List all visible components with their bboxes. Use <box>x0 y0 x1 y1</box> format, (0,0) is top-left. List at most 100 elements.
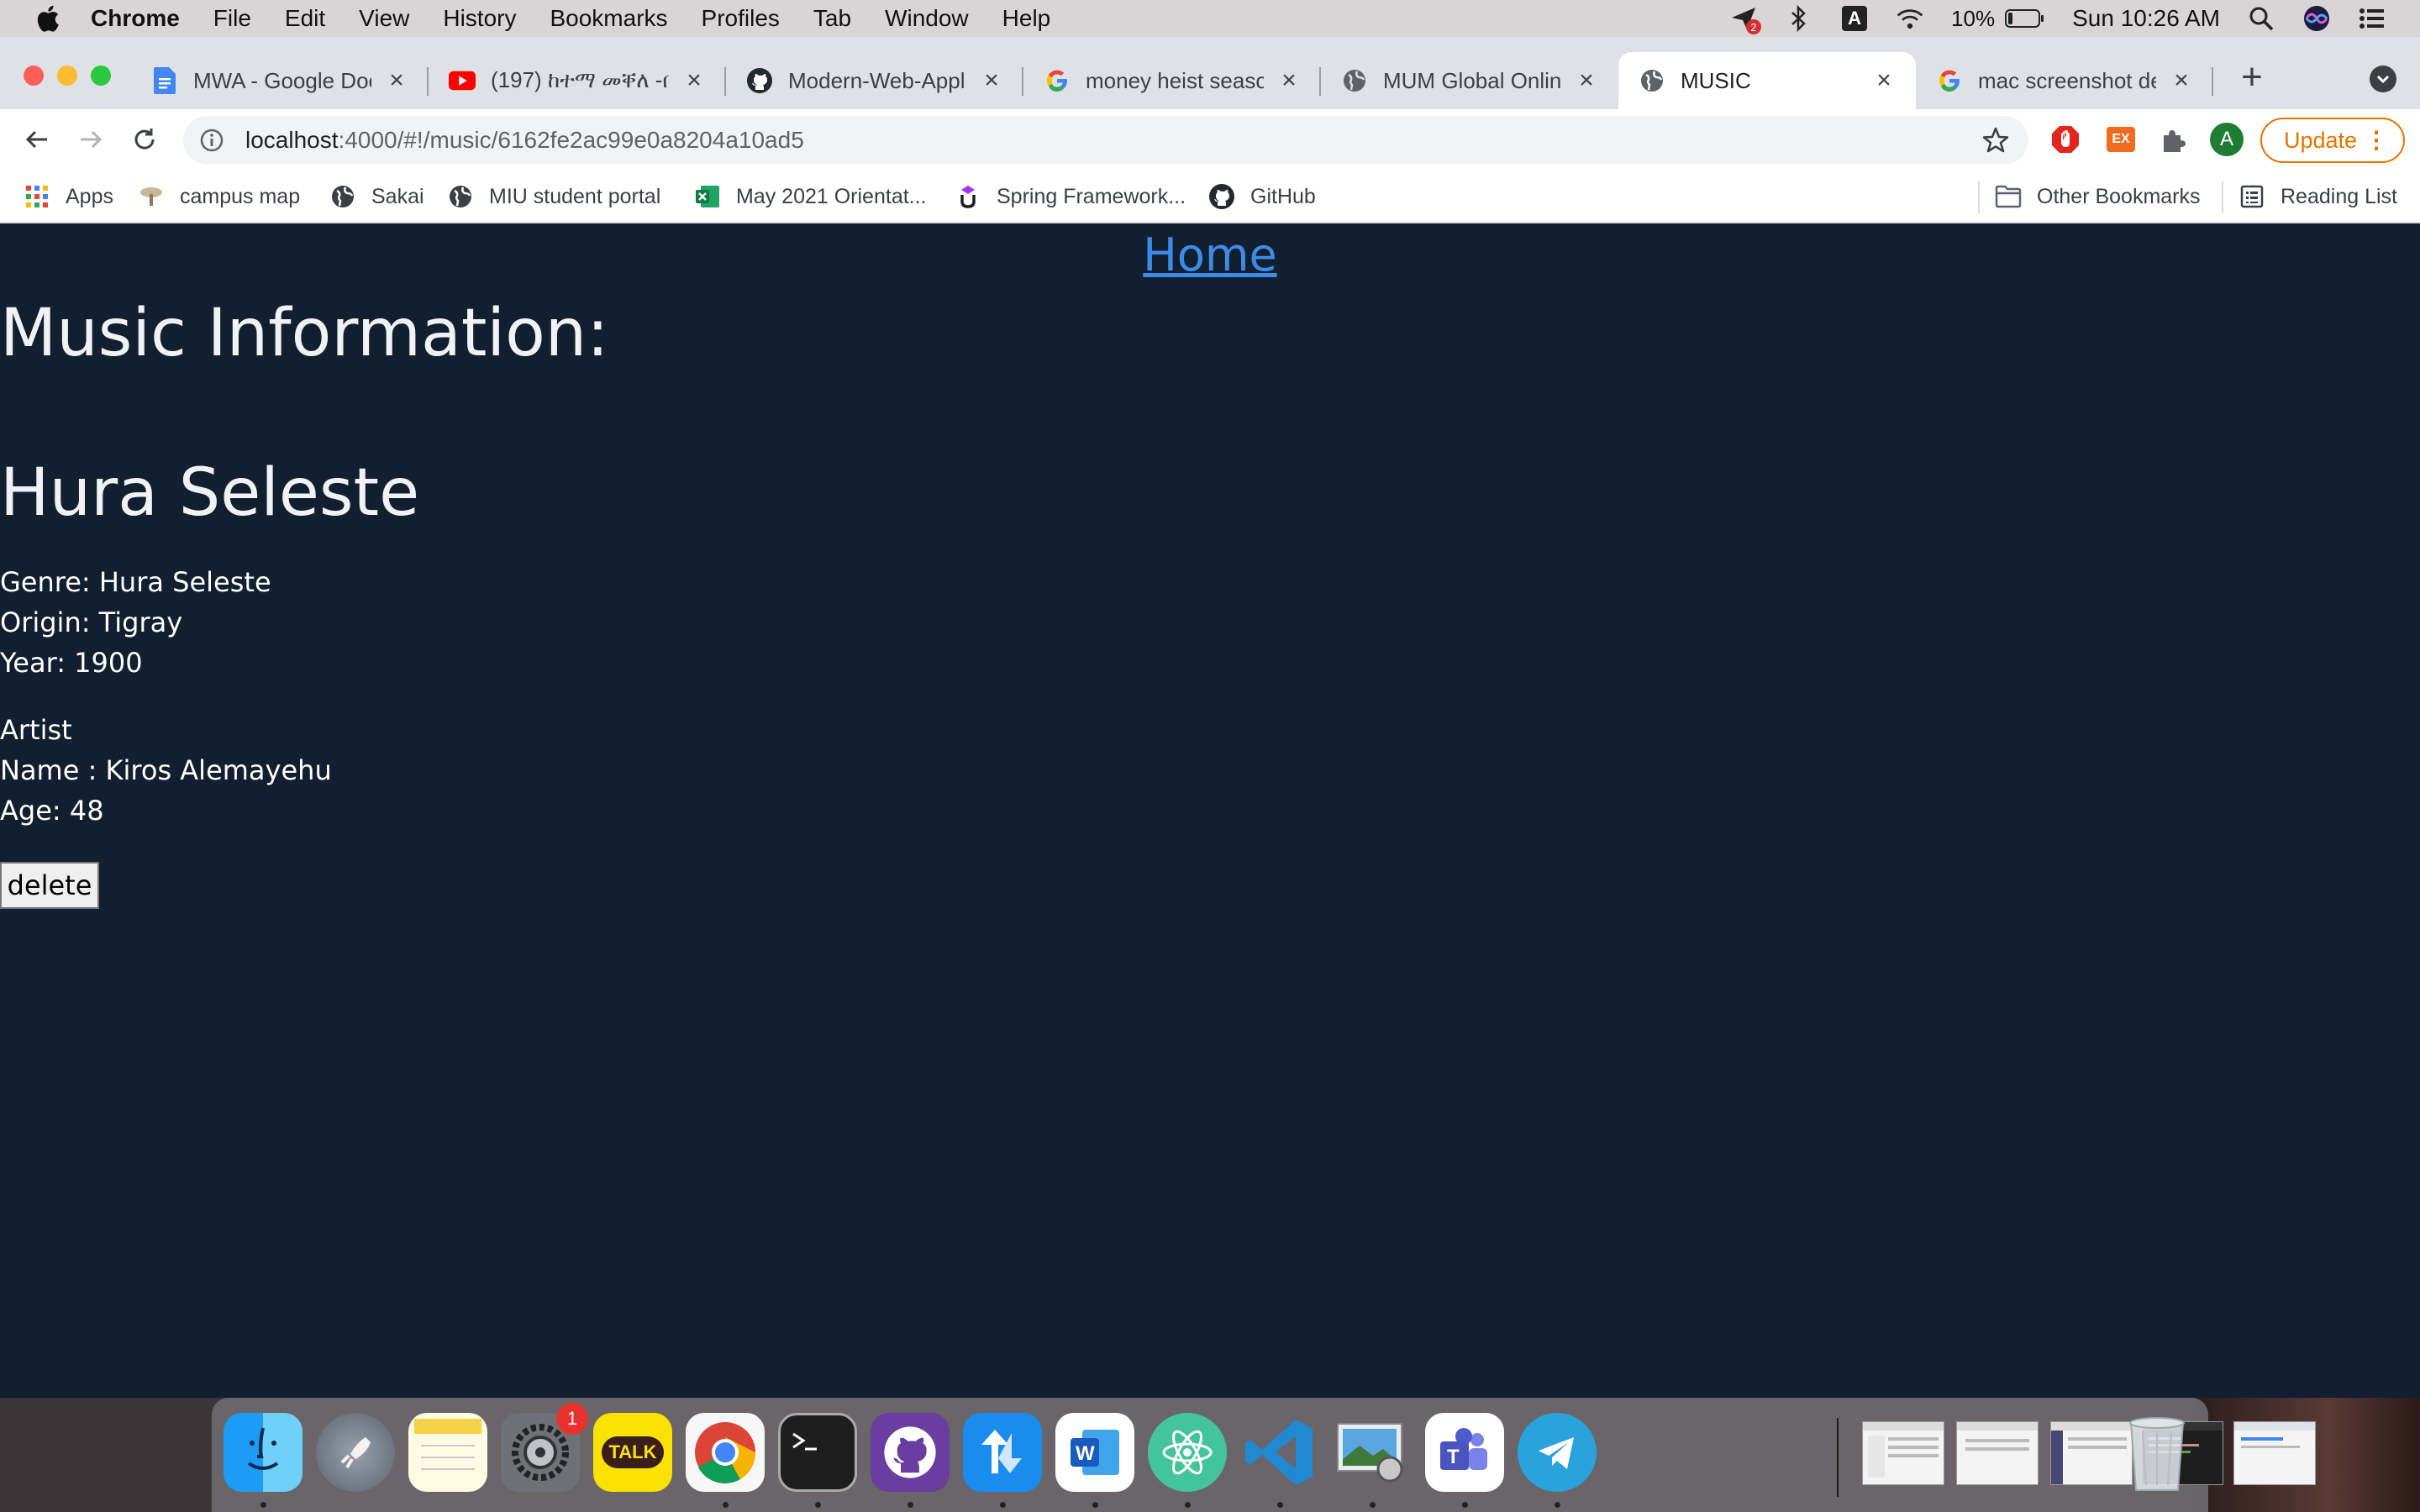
bookmark-github[interactable]: GitHub <box>1208 180 1316 213</box>
menu-bookmarks[interactable]: Bookmarks <box>550 5 667 32</box>
minimized-window-chrome[interactable] <box>2233 1421 2316 1485</box>
more-menu-icon[interactable]: ⋮ <box>2365 128 2388 153</box>
menu-help[interactable]: Help <box>1002 5 1051 32</box>
adblock-extension-icon[interactable] <box>2049 123 2082 156</box>
tab-title: MUSIC <box>1681 67 1751 93</box>
artist-name-text: Name : Kiros Alemayehu <box>0 754 332 786</box>
notification-send-icon[interactable]: 2 <box>1729 4 1762 34</box>
udemy-icon <box>955 183 981 210</box>
finder-icon[interactable] <box>224 1413 302 1492</box>
tab-title: mac screenshot des <box>1978 67 2156 93</box>
menu-tab[interactable]: Tab <box>813 5 851 32</box>
back-button[interactable] <box>18 121 55 158</box>
close-tab-icon[interactable]: × <box>682 68 706 93</box>
zoom-window-button[interactable] <box>91 66 111 86</box>
close-tab-icon[interactable]: × <box>1872 68 1896 93</box>
close-tab-icon[interactable]: × <box>385 68 408 93</box>
menu-edit[interactable]: Edit <box>285 5 325 32</box>
bookmarks-bar: Apps campus map Sakai MIU student portal… <box>0 170 2420 223</box>
word-icon[interactable]: W <box>1055 1413 1134 1492</box>
terminal-icon[interactable] <box>778 1413 857 1492</box>
apple-menu-icon[interactable] <box>34 3 60 34</box>
close-tab-icon[interactable]: × <box>980 68 1003 93</box>
input-source-icon[interactable]: A <box>1840 4 1869 33</box>
ex-extension-icon[interactable]: EX <box>2104 123 2138 156</box>
menu-window[interactable]: Window <box>885 5 969 32</box>
trash-icon[interactable] <box>2119 1410 2195 1494</box>
notes-icon[interactable] <box>408 1413 487 1492</box>
telegram-icon[interactable] <box>1518 1413 1597 1492</box>
close-window-button[interactable] <box>24 66 44 86</box>
system-preferences-badge: 1 <box>556 1403 588 1435</box>
teams-icon[interactable]: T <box>1425 1413 1504 1492</box>
forward-button[interactable] <box>72 121 109 158</box>
minimize-window-button[interactable] <box>57 66 77 86</box>
launchpad-icon[interactable] <box>316 1413 395 1492</box>
music-detail-page: Home Music Information: Hura Seleste Gen… <box>0 223 2420 1398</box>
tab-youtube[interactable]: (197) ከተማ መቐለ -በ × <box>429 52 726 109</box>
bluetooth-icon[interactable] <box>1785 4 1813 33</box>
tab-music-active[interactable]: MUSIC × <box>1618 52 1916 109</box>
preview-icon[interactable] <box>1333 1413 1412 1492</box>
tab-mum-global-online[interactable]: MUM Global Online × <box>1321 52 1618 109</box>
bookmark-star-icon[interactable] <box>1981 126 2010 155</box>
tab-title: (197) ከተማ መቐለ -በ <box>491 67 669 92</box>
wifi-icon[interactable] <box>1896 4 1924 33</box>
tab-mwa-google-docs[interactable]: MWA - Google Docs × <box>131 52 429 109</box>
reading-list[interactable]: Reading List <box>2238 180 2397 213</box>
song-title: Hura Seleste <box>0 455 420 531</box>
browser-tab-strip: MWA - Google Docs × (197) ከተማ መቐለ -በ × M… <box>0 37 2420 109</box>
update-chrome-button[interactable]: Update ⋮ <box>2260 118 2405 163</box>
profile-avatar[interactable]: A <box>2210 123 2244 156</box>
bookmark-apps[interactable]: Apps <box>24 180 113 213</box>
atom-icon[interactable] <box>1148 1413 1227 1492</box>
kakaotalk-icon[interactable]: TALK <box>593 1413 672 1492</box>
campus-map-icon <box>138 183 165 210</box>
minimized-window-finder-2[interactable] <box>1956 1421 2039 1485</box>
close-tab-icon[interactable]: × <box>1277 68 1301 93</box>
close-tab-icon[interactable]: × <box>1575 68 1598 93</box>
chrome-icon[interactable] <box>686 1413 765 1492</box>
bookmark-campus-map[interactable]: campus map <box>138 180 300 213</box>
menu-app-name[interactable]: Chrome <box>91 5 180 32</box>
github-icon <box>746 67 773 94</box>
menu-view[interactable]: View <box>359 5 409 32</box>
tab-money-heist-search[interactable]: money heist season × <box>1023 52 1321 109</box>
tab-github-modern-web-app[interactable]: Modern-Web-Applic × <box>726 52 1023 109</box>
spotlight-search-icon[interactable] <box>2247 4 2275 33</box>
address-bar[interactable]: localhost:4000/#!/music/6162fe2ac99e0a82… <box>183 116 2028 165</box>
battery-icon[interactable] <box>2005 4 2045 33</box>
minimized-window-finder[interactable] <box>1862 1421 1944 1485</box>
bookmark-may-2021-orientation[interactable]: May 2021 Orientat... <box>694 180 927 213</box>
other-bookmarks-folder[interactable]: Other Bookmarks <box>1995 180 2201 213</box>
home-link[interactable]: Home <box>0 228 2420 281</box>
globe-icon <box>1639 67 1665 94</box>
tab-title: money heist season <box>1086 67 1264 93</box>
menu-profiles[interactable]: Profiles <box>702 5 780 32</box>
control-center-icon[interactable] <box>2358 4 2386 33</box>
menu-clock[interactable]: Sun 10:26 AM <box>2072 5 2220 32</box>
transmit-icon[interactable] <box>963 1413 1042 1492</box>
vscode-icon[interactable] <box>1240 1413 1319 1492</box>
new-tab-button[interactable]: + <box>2235 59 2269 96</box>
close-tab-icon[interactable]: × <box>2170 68 2193 93</box>
tab-search-button[interactable] <box>2370 66 2396 92</box>
site-info-icon[interactable] <box>198 127 225 154</box>
extensions-puzzle-icon[interactable] <box>2158 123 2191 156</box>
reload-button[interactable] <box>126 121 163 158</box>
menu-file[interactable]: File <box>213 5 251 32</box>
excel-icon <box>694 183 721 210</box>
bookmark-sakai[interactable]: Sakai <box>329 180 424 213</box>
delete-button[interactable]: delete <box>0 862 99 909</box>
year-text: Year: 1900 <box>0 647 143 679</box>
artist-heading: Artist <box>0 714 72 746</box>
github-icon <box>1208 183 1235 210</box>
tab-mac-screenshot-search[interactable]: mac screenshot des × <box>1916 52 2213 109</box>
bookmark-spring-framework[interactable]: Spring Framework... <box>955 180 1186 213</box>
bookmark-miu-student-portal[interactable]: MIU student portal <box>447 180 660 213</box>
globe-icon <box>447 183 474 210</box>
siri-icon[interactable] <box>2302 4 2331 33</box>
google-docs-icon <box>151 67 178 94</box>
menu-history[interactable]: History <box>443 5 516 32</box>
github-desktop-icon[interactable] <box>871 1413 950 1492</box>
